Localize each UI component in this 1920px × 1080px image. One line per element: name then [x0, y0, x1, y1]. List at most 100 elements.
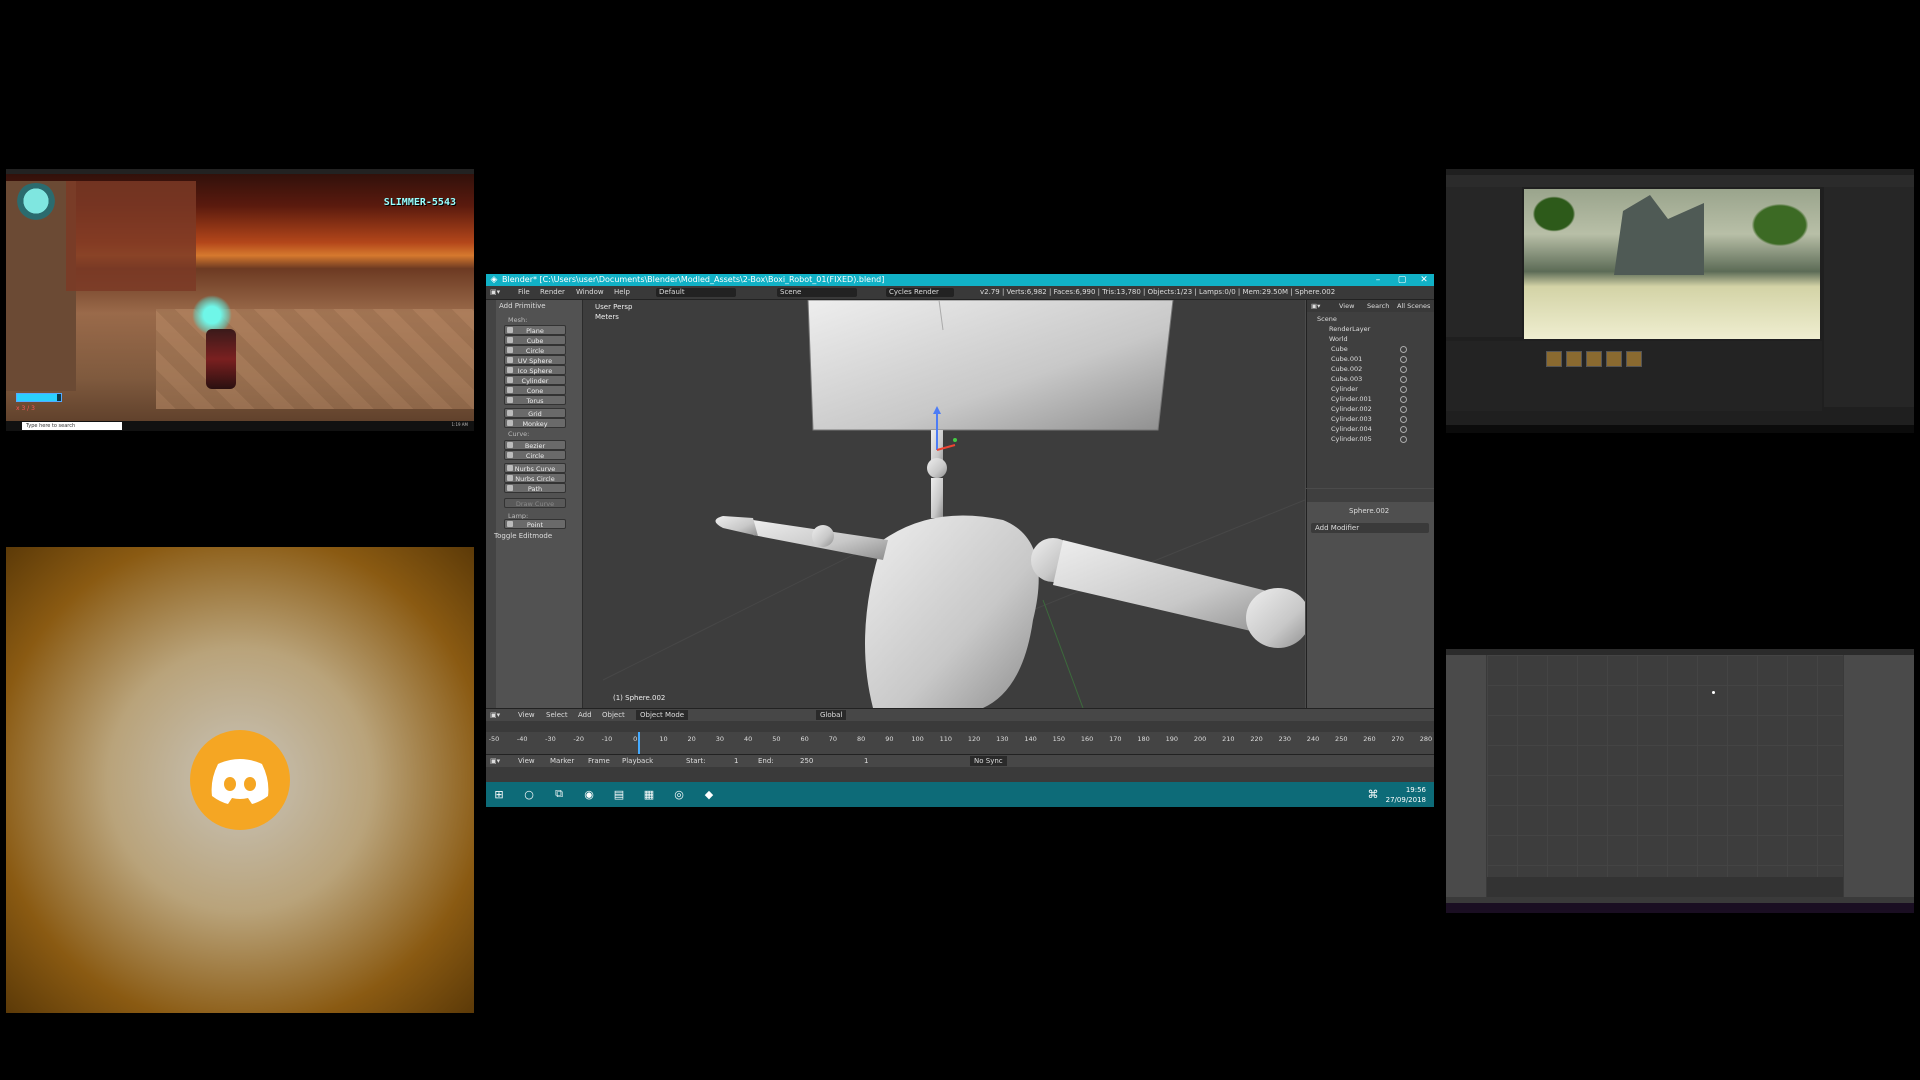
tool-shelf-header[interactable]: Add Primitive: [499, 302, 546, 310]
add-cube-button[interactable]: Cube: [504, 335, 566, 345]
add-plane-button[interactable]: Plane: [504, 325, 566, 335]
visibility-eye-icon[interactable]: [1400, 376, 1407, 383]
timeline-view-menu[interactable]: View: [518, 755, 535, 767]
scene-palm-tree: [1740, 195, 1820, 255]
tool-shelf-tabs[interactable]: [486, 300, 496, 708]
visibility-eye-icon[interactable]: [1400, 356, 1407, 363]
visibility-eye-icon[interactable]: [1400, 396, 1407, 403]
add-circle-icon: [507, 347, 513, 353]
timeline-type-icon[interactable]: ▣▾: [490, 755, 500, 767]
add-modifier-button[interactable]: Add Modifier: [1311, 523, 1429, 533]
outliner-view-menu[interactable]: View: [1339, 300, 1354, 312]
render-engine-selector[interactable]: Cycles Render: [886, 288, 954, 297]
add-curve-circle-button[interactable]: Circle: [504, 450, 566, 460]
visibility-eye-icon[interactable]: [1400, 346, 1407, 353]
menu-file[interactable]: File: [518, 286, 530, 299]
unreal-taskbar: [1446, 425, 1914, 433]
header-add-menu[interactable]: Add: [578, 709, 592, 721]
outliner-row[interactable]: Cube.003: [1307, 374, 1434, 384]
playhead[interactable]: [638, 732, 641, 754]
sync-selector[interactable]: No Sync: [970, 756, 1007, 766]
menu-render[interactable]: Render: [540, 286, 565, 299]
3d-viewport[interactable]: User Persp Meters (1) Sphere.002: [583, 300, 1305, 708]
add-curve-path-button[interactable]: Path: [504, 483, 566, 493]
timeline-playback-menu[interactable]: Playback: [622, 755, 653, 767]
outliner-row[interactable]: Cylinder.005: [1307, 434, 1434, 444]
taskbar-search-input[interactable]: Type here to search: [22, 422, 122, 430]
visibility-eye-icon[interactable]: [1400, 436, 1407, 443]
button-label: Ico Sphere: [517, 367, 553, 375]
outliner-row[interactable]: Cylinder.003: [1307, 414, 1434, 424]
menu-window[interactable]: Window: [576, 286, 604, 299]
outliner-row[interactable]: Cube.002: [1307, 364, 1434, 374]
add-monkey-button[interactable]: Monkey: [504, 418, 566, 428]
orientation-selector[interactable]: Global: [816, 710, 847, 720]
editor-type-icon[interactable]: ▣▾: [490, 286, 500, 299]
outliner-row[interactable]: Cylinder.004: [1307, 424, 1434, 434]
outliner-row[interactable]: Scene: [1307, 314, 1434, 324]
minimize-button[interactable]: –: [1370, 274, 1386, 286]
add-circle-button[interactable]: Circle: [504, 345, 566, 355]
toggle-editmode-header[interactable]: Toggle Editmode: [494, 532, 552, 540]
ruler-tick-label: 60: [800, 735, 809, 743]
visibility-eye-icon[interactable]: [1400, 416, 1407, 423]
add-lamp-point-icon: [507, 521, 513, 527]
timeline-frame-menu[interactable]: Frame: [588, 755, 610, 767]
add-torus-button[interactable]: Torus: [504, 395, 566, 405]
store-icon[interactable]: ▦: [642, 787, 656, 801]
app-taskbar-icon[interactable]: ◆: [702, 787, 716, 801]
header-object-menu[interactable]: Object: [602, 709, 625, 721]
timeline-ruler[interactable]: -50 -40 -30 -20 -10 0 10 20 30 40 50 60 70 80 90 100 110…: [486, 732, 1434, 754]
asset-thumbnail: [1586, 351, 1602, 367]
task-view-icon[interactable]: ⧉: [552, 787, 566, 801]
add-uv-sphere-button[interactable]: UV Sphere: [504, 355, 566, 365]
draw-curve-button[interactable]: Draw Curve: [504, 498, 566, 508]
timeline-marker-menu[interactable]: Marker: [550, 755, 574, 767]
layout-selector[interactable]: Default: [656, 288, 736, 297]
add-curve-nurbs-circle-button[interactable]: Nurbs Circle: [504, 473, 566, 483]
add-cylinder-icon: [507, 377, 513, 383]
ruler-tick-label: 240: [1306, 735, 1320, 743]
header-select-menu[interactable]: Select: [546, 709, 568, 721]
outliner-row[interactable]: RenderLayer: [1307, 324, 1434, 334]
cortana-icon[interactable]: ○: [522, 787, 536, 801]
add-cone-button[interactable]: Cone: [504, 385, 566, 395]
visibility-eye-icon[interactable]: [1400, 406, 1407, 413]
add-ico-sphere-button[interactable]: Ico Sphere: [504, 365, 566, 375]
properties-tabs[interactable]: [1307, 489, 1434, 502]
outliner-row[interactable]: Cylinder.002: [1307, 404, 1434, 414]
scene-selector[interactable]: Scene: [777, 288, 857, 297]
add-lamp-point-button[interactable]: Point: [504, 519, 566, 529]
close-button[interactable]: ✕: [1416, 274, 1432, 286]
file-explorer-icon[interactable]: ▤: [612, 787, 626, 801]
outliner-row[interactable]: Cube.001: [1307, 354, 1434, 364]
start-frame-field[interactable]: 1: [734, 755, 738, 767]
blender-taskbar-icon[interactable]: ◎: [672, 787, 686, 801]
add-curve-bezier-button[interactable]: Bezier: [504, 440, 566, 450]
current-frame-field[interactable]: 1: [864, 755, 868, 767]
menu-help[interactable]: Help: [614, 286, 630, 299]
maximize-button[interactable]: ▢: [1394, 274, 1410, 286]
outliner-row[interactable]: Cube: [1307, 344, 1434, 354]
network-icon[interactable]: ⌘: [1366, 787, 1380, 801]
outliner-type-icon[interactable]: ▣▾: [1311, 300, 1320, 312]
add-grid-button[interactable]: Grid: [504, 408, 566, 418]
add-cylinder-button[interactable]: Cylinder: [504, 375, 566, 385]
outliner-row-label: Cube.001: [1331, 355, 1363, 363]
windows-start-icon[interactable]: ⊞: [492, 787, 506, 801]
outliner-row[interactable]: Cylinder: [1307, 384, 1434, 394]
header-view-menu[interactable]: View: [518, 709, 535, 721]
visibility-eye-icon[interactable]: [1400, 386, 1407, 393]
outliner-row[interactable]: Cylinder.001: [1307, 394, 1434, 404]
outliner-search-menu[interactable]: Search: [1367, 300, 1389, 312]
outliner-scenes-select[interactable]: All Scenes: [1397, 300, 1430, 312]
visibility-eye-icon[interactable]: [1400, 426, 1407, 433]
header-type-icon[interactable]: ▣▾: [490, 709, 500, 721]
visibility-eye-icon[interactable]: [1400, 366, 1407, 373]
mode-selector[interactable]: Object Mode: [636, 710, 689, 720]
game-taskbar: Type here to search 1:19 AM: [6, 421, 474, 431]
end-frame-field[interactable]: 250: [800, 755, 813, 767]
outliner-row[interactable]: World: [1307, 334, 1434, 344]
add-curve-nurbs-curve-button[interactable]: Nurbs Curve: [504, 463, 566, 473]
chrome-icon[interactable]: ◉: [582, 787, 596, 801]
